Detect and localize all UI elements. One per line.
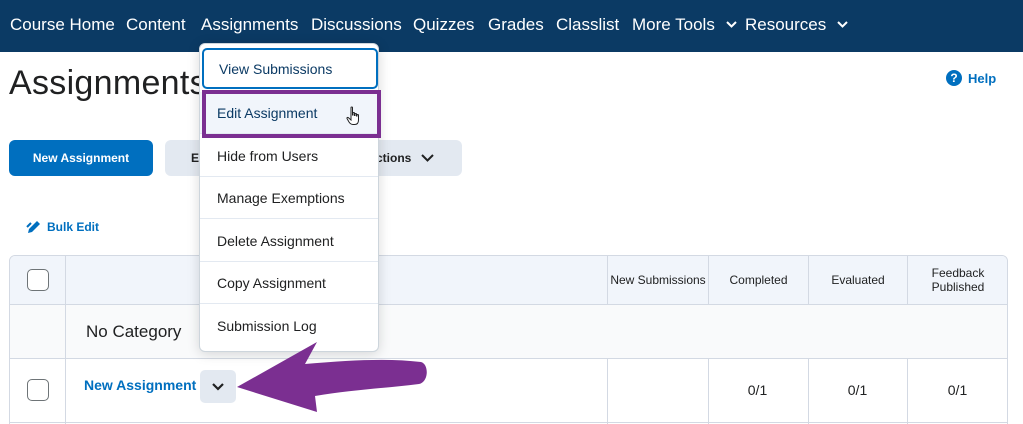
menu-item-copy-assignment[interactable]: Copy Assignment (200, 262, 378, 304)
row-checkbox[interactable] (27, 379, 49, 401)
chevron-down-icon (725, 21, 737, 28)
nav-resources[interactable]: Resources (745, 15, 848, 35)
menu-item-manage-exemptions[interactable]: Manage Exemptions (200, 177, 378, 219)
nav-more-tools-label: More Tools (632, 15, 715, 34)
page-title: Assignments (9, 64, 207, 102)
nav-resources-label: Resources (745, 15, 827, 34)
nav-classlist[interactable]: Classlist (556, 15, 619, 35)
hand-cursor-icon (346, 106, 359, 125)
header-evaluated[interactable]: Evaluated (809, 256, 907, 304)
nav-course-home[interactable]: Course Home (10, 15, 115, 35)
category-label: No Category (86, 322, 182, 341)
evaluated-value: 0/1 (847, 382, 868, 398)
annotation-arrow-icon (237, 342, 427, 412)
help-label: Help (968, 70, 997, 86)
more-actions-button[interactable]: ctions (378, 140, 462, 176)
nav-assignments[interactable]: Assignments (201, 15, 298, 35)
assignment-link[interactable]: New Assignment (84, 377, 196, 393)
feedback-published-value: 0/1 (947, 382, 968, 398)
nav-grades[interactable]: Grades (488, 15, 544, 35)
select-all-checkbox[interactable] (27, 269, 49, 291)
nav-discussions[interactable]: Discussions (311, 15, 402, 35)
new-assignment-button[interactable]: New Assignment (9, 140, 153, 176)
assignments-table: New Submissions Completed Evaluated Feed… (9, 255, 1008, 424)
pencil-icon (26, 221, 40, 233)
assignment-actions-button[interactable] (200, 370, 236, 403)
top-navbar: Course Home Content Assignments Discussi… (0, 0, 1023, 52)
nav-content[interactable]: Content (126, 15, 186, 35)
chevron-down-icon (421, 154, 435, 162)
menu-item-hide-from-users[interactable]: Hide from Users (200, 135, 378, 177)
help-icon: ? (946, 70, 962, 86)
header-new-submissions[interactable]: New Submissions (608, 256, 708, 304)
chevron-down-icon (212, 382, 224, 391)
header-feedback-published[interactable]: Feedback Published (908, 256, 1007, 304)
bulk-edit-button[interactable]: Bulk Edit (26, 219, 99, 235)
nav-more-tools[interactable]: More Tools (632, 15, 737, 35)
bulk-edit-label: Bulk Edit (47, 220, 100, 234)
header-completed[interactable]: Completed (709, 256, 808, 304)
menu-item-view-submissions[interactable]: View Submissions (202, 48, 378, 89)
completed-value: 0/1 (747, 382, 768, 398)
chevron-down-icon (837, 21, 848, 28)
nav-quizzes[interactable]: Quizzes (413, 15, 474, 35)
menu-item-delete-assignment[interactable]: Delete Assignment (200, 220, 378, 262)
more-actions-label: ctions (378, 151, 412, 165)
help-link[interactable]: ? Help (946, 70, 996, 86)
